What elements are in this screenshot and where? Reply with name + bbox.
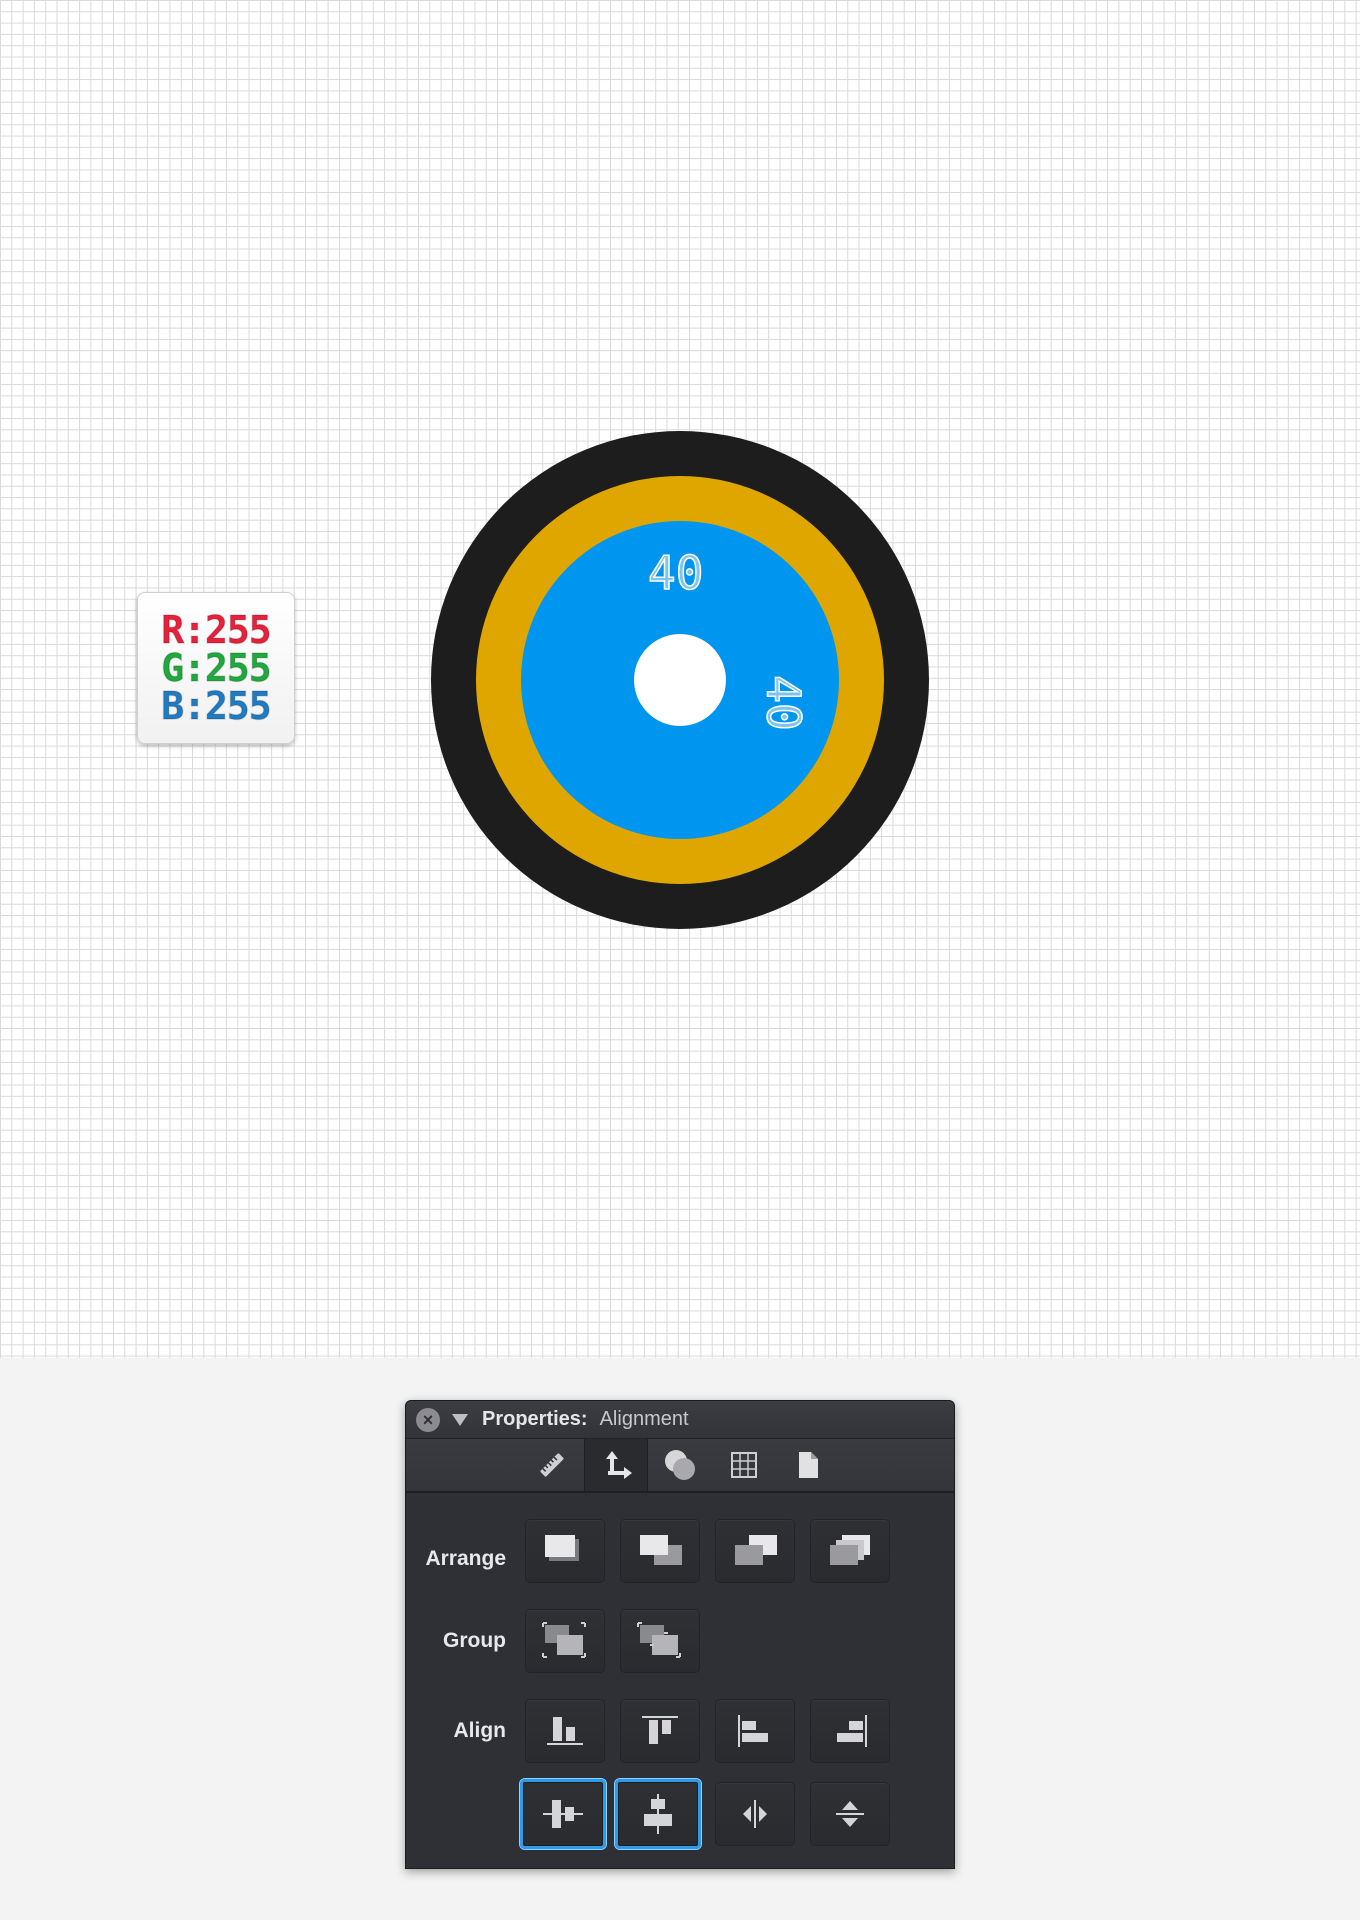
- tab-measurements[interactable]: [520, 1439, 584, 1491]
- group-button[interactable]: [525, 1609, 605, 1673]
- align-label: Align: [453, 1719, 507, 1742]
- group-label: Group: [443, 1629, 506, 1652]
- align-top-icon: [642, 1716, 678, 1744]
- green-value: G:255: [161, 646, 273, 690]
- tab-document[interactable]: [776, 1439, 840, 1491]
- align-right-button[interactable]: [810, 1699, 890, 1763]
- align-bottom-button[interactable]: [525, 1699, 605, 1763]
- tab-alignment[interactable]: [584, 1439, 648, 1491]
- blue-value: B:255: [161, 684, 273, 728]
- send-to-back-icon: [830, 1535, 870, 1565]
- align-bottom-icon: [547, 1717, 583, 1745]
- tab-appearance[interactable]: [648, 1439, 712, 1491]
- panel-title: Properties:: [482, 1408, 588, 1430]
- close-icon[interactable]: ×: [416, 1407, 440, 1432]
- bring-forward-button[interactable]: [620, 1519, 700, 1583]
- align-horizontal-center-icon: [543, 1800, 583, 1828]
- collapse-triangle-icon[interactable]: [452, 1413, 468, 1426]
- ruler-icon: [540, 1453, 564, 1477]
- align-left-button[interactable]: [715, 1699, 795, 1763]
- dimension-label-top: 40: [647, 546, 704, 600]
- distribute-vertical-button[interactable]: [810, 1782, 890, 1846]
- panel-subtitle: Alignment: [599, 1408, 689, 1430]
- distribute-horizontal-icon: [743, 1800, 767, 1828]
- arrange-label: Arrange: [425, 1547, 506, 1570]
- red-value: R:255: [161, 608, 273, 652]
- send-backward-button[interactable]: [715, 1519, 795, 1583]
- document-icon: [799, 1452, 818, 1478]
- tab-grid[interactable]: [712, 1439, 776, 1491]
- rgb-color-swatch: R:255 G:255 B:255: [137, 592, 295, 744]
- panel-header: × Properties: Alignment: [406, 1401, 954, 1439]
- align-top-button[interactable]: [620, 1699, 700, 1763]
- ungroup-button[interactable]: [620, 1609, 700, 1673]
- bring-forward-icon: [640, 1535, 682, 1565]
- align-vertical-center-icon: [644, 1794, 672, 1834]
- appearance-icon: [665, 1450, 695, 1480]
- distribute-horizontal-button[interactable]: [715, 1782, 795, 1846]
- align-right-icon: [837, 1715, 867, 1747]
- align-horizontal-center-button[interactable]: [520, 1779, 606, 1849]
- distribute-vertical-icon: [836, 1801, 864, 1827]
- center-white-circle[interactable]: [634, 634, 726, 726]
- move-icon: [606, 1451, 632, 1479]
- bring-to-front-icon: [545, 1535, 579, 1561]
- panel-tab-bar: [406, 1439, 954, 1493]
- send-to-back-button[interactable]: [810, 1519, 890, 1583]
- send-backward-icon: [735, 1535, 777, 1565]
- properties-panel: × Properties: Alignment Arrange Group Al…: [405, 1400, 955, 1869]
- grid-icon: [731, 1452, 757, 1478]
- align-vertical-center-button[interactable]: [615, 1779, 701, 1849]
- ungroup-icon: [637, 1622, 681, 1658]
- dimension-label-side: 40: [756, 675, 812, 732]
- bring-to-front-button[interactable]: [525, 1519, 605, 1583]
- drawing-canvas[interactable]: R:255 G:255 B:255 40 40: [0, 0, 1360, 1358]
- align-left-icon: [738, 1715, 768, 1747]
- group-icon: [542, 1622, 586, 1658]
